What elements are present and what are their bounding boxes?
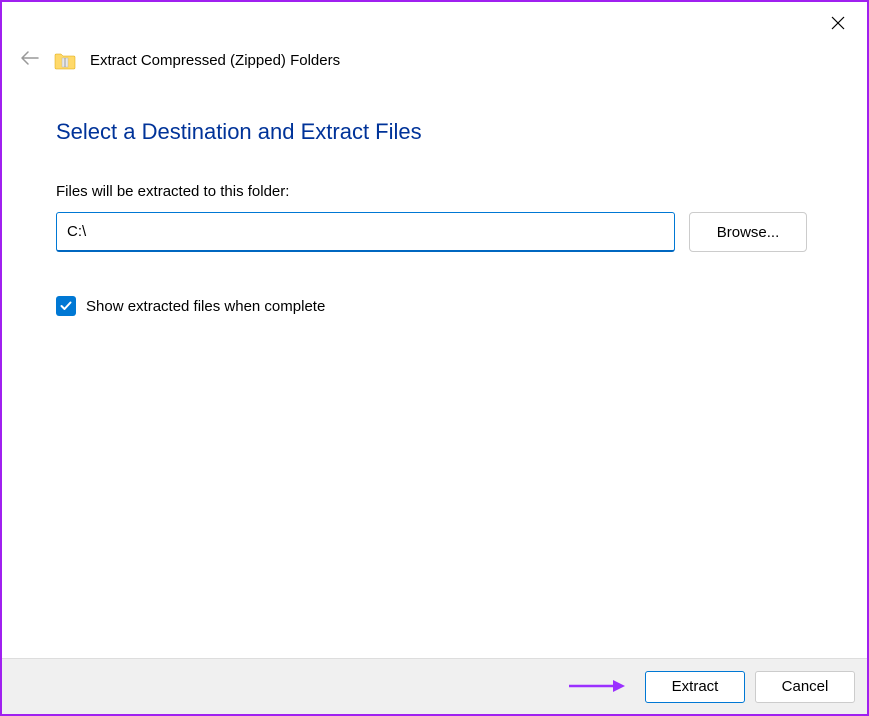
show-files-checkbox[interactable]	[56, 296, 76, 316]
extract-button[interactable]: Extract	[645, 671, 745, 703]
back-arrow-icon	[20, 50, 40, 71]
window-title: Extract Compressed (Zipped) Folders	[90, 52, 340, 69]
browse-button[interactable]: Browse...	[689, 212, 807, 252]
close-icon	[831, 16, 845, 30]
show-files-checkbox-label: Show extracted files when complete	[86, 298, 325, 315]
wizard-header: Extract Compressed (Zipped) Folders	[2, 2, 867, 71]
checkmark-icon	[59, 299, 73, 313]
content-area: Select a Destination and Extract Files F…	[2, 71, 867, 316]
close-button[interactable]	[823, 10, 853, 39]
page-heading: Select a Destination and Extract Files	[56, 119, 807, 145]
path-input-row: Browse...	[56, 212, 807, 252]
dialog-footer: Extract Cancel	[2, 658, 867, 714]
cancel-button[interactable]: Cancel	[755, 671, 855, 703]
path-field-label: Files will be extracted to this folder:	[56, 183, 807, 200]
zipped-folder-icon	[54, 52, 76, 70]
show-files-checkbox-row: Show extracted files when complete	[56, 296, 807, 316]
destination-path-input[interactable]	[56, 212, 675, 252]
